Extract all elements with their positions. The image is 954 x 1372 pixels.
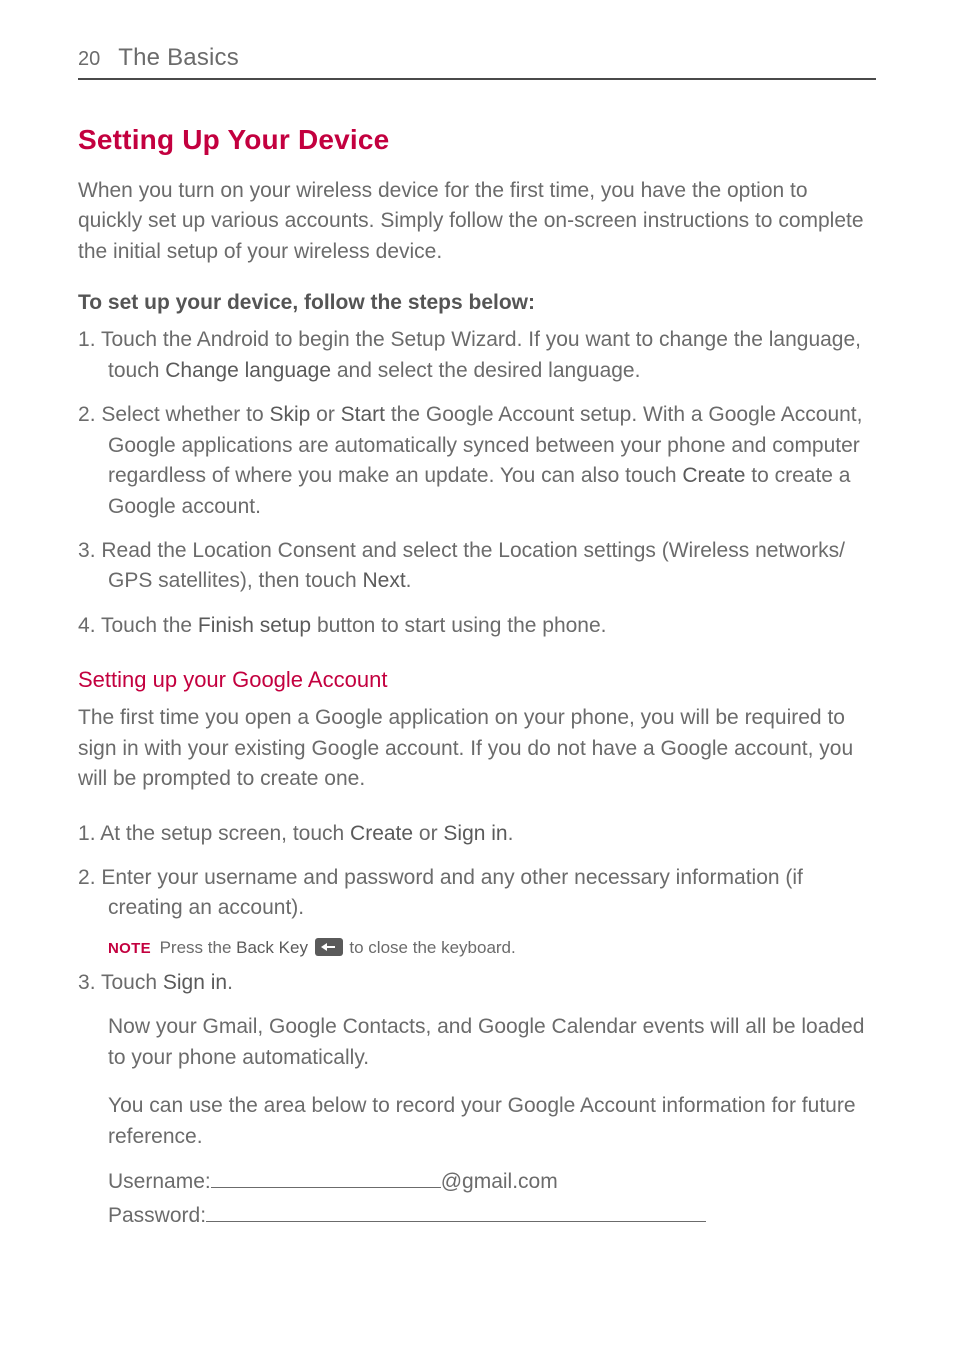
password-label: Password:: [108, 1204, 206, 1227]
change-language-label: Change language: [165, 359, 331, 382]
google-step-3: Touch Sign in.: [78, 968, 876, 998]
g-step-2-text: Enter your username and password and any…: [101, 866, 803, 919]
step-3: Read the Location Consent and select the…: [78, 536, 876, 597]
next-label: Next: [362, 569, 405, 592]
username-line: Username: @gmail.com: [78, 1170, 876, 1194]
g-step-1-b: .: [508, 822, 514, 845]
password-field[interactable]: [206, 1221, 706, 1222]
google-step-1: At the setup screen, touch Create or Sig…: [78, 819, 876, 849]
page-header: 20 The Basics: [78, 44, 876, 80]
g-step-3-b: .: [227, 971, 233, 994]
sign-in-label-2: Sign in: [163, 971, 227, 994]
note-text-b: to close the keyboard.: [345, 938, 516, 957]
main-heading: Setting Up Your Device: [78, 124, 876, 156]
g-step-3-a: Touch: [101, 971, 163, 994]
create-label-2: Create: [350, 822, 413, 845]
g-step-1-or: or: [413, 822, 443, 845]
step-2-text-a: Select whether to: [101, 403, 269, 426]
google-step-2: Enter your username and password and any…: [78, 863, 876, 924]
setup-heading: To set up your device, follow the steps …: [78, 291, 876, 315]
step-4-text-b: button to start using the phone.: [311, 614, 606, 637]
start-label: Start: [341, 403, 385, 426]
step-4: Touch the Finish setup button to start u…: [78, 611, 876, 641]
note-line: NOTE Press the Back Key to close the key…: [78, 938, 876, 958]
username-suffix: @gmail.com: [441, 1170, 558, 1193]
step-3-text-b: .: [406, 569, 412, 592]
step-3-text-a: Read the Location Consent and select the…: [101, 539, 845, 592]
back-key-label: Back Key: [236, 938, 308, 957]
document-page: 20 The Basics Setting Up Your Device Whe…: [0, 0, 954, 1278]
after-paragraph-2: You can use the area below to record you…: [78, 1091, 876, 1152]
note-label: NOTE: [108, 940, 151, 957]
page-number: 20: [78, 48, 100, 71]
back-key-icon: [315, 938, 343, 956]
step-2: Select whether to Skip or Start the Goog…: [78, 400, 876, 522]
username-label: Username:: [108, 1170, 211, 1193]
g-step-1-a: At the setup screen, touch: [100, 822, 350, 845]
skip-label: Skip: [269, 403, 310, 426]
google-account-heading: Setting up your Google Account: [78, 667, 876, 693]
google-steps: At the setup screen, touch Create or Sig…: [78, 819, 876, 924]
step-4-text-a: Touch the: [101, 614, 198, 637]
step-1-text-b: and select the desired language.: [331, 359, 640, 382]
after-paragraph-1: Now your Gmail, Google Contacts, and Goo…: [78, 1012, 876, 1073]
username-field[interactable]: [211, 1187, 441, 1188]
setup-steps: Touch the Android to begin the Setup Wiz…: [78, 325, 876, 641]
finish-setup-label: Finish setup: [198, 614, 311, 637]
create-label: Create: [682, 464, 745, 487]
password-line: Password:: [78, 1204, 876, 1228]
google-intro-paragraph: The first time you open a Google applica…: [78, 703, 876, 794]
google-steps-cont: Touch Sign in.: [78, 968, 876, 998]
step-1: Touch the Android to begin the Setup Wiz…: [78, 325, 876, 386]
intro-paragraph: When you turn on your wireless device fo…: [78, 176, 876, 267]
sign-in-label: Sign in: [443, 822, 507, 845]
chapter-title: The Basics: [118, 44, 239, 72]
note-text-a: Press the: [155, 938, 236, 957]
step-2-or: or: [310, 403, 340, 426]
